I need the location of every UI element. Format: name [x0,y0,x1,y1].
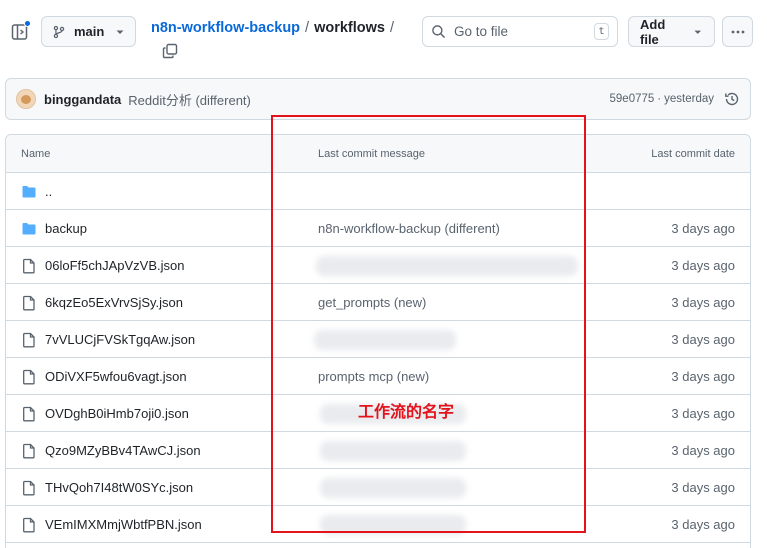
file-icon [21,406,37,422]
branch-name: main [74,24,105,39]
file-icon [21,443,37,459]
go-to-file-input[interactable] [454,24,584,39]
commit-date: 3 days ago [671,295,735,310]
breadcrumb: n8n-workflow-backup / workflows / [151,20,394,36]
search-icon [432,25,445,38]
file-icon [21,517,37,533]
chevron-down-icon [116,30,124,34]
annotation-box [271,115,586,533]
file-name-link[interactable]: Qzo9MZyBBv4TAwCJ.json [45,443,201,458]
add-file-label: Add file [640,16,666,47]
latest-commit-bar: binggandata Reddit分析 (different) 59e0775… [5,78,751,120]
breadcrumb-separator: / [305,20,310,36]
commit-date: 3 days ago [671,332,735,347]
file-icon [21,369,37,385]
git-branch-icon [53,25,65,38]
file-name-link[interactable]: backup [45,221,87,236]
commit-date: 3 days ago [671,369,735,384]
file-name-link[interactable]: 6kqzEo5ExVrvSjSy.json [45,295,183,310]
file-icon [21,480,37,496]
commit-message-link[interactable]: Reddit分析 (different) [128,90,251,109]
file-icon [21,295,37,311]
file-name-link[interactable]: THvQoh7I48tW0SYc.json [45,480,193,495]
file-name-link[interactable]: VEmIMXMmjWbtfPBN.json [45,517,202,532]
go-to-file-search[interactable]: t [422,16,618,47]
commit-meta-separator: · [657,93,662,105]
sidebar-toggle-icon[interactable] [10,20,31,42]
commit-date: 3 days ago [671,221,735,236]
author-avatar[interactable] [16,89,36,109]
file-icon [21,258,37,274]
file-name-link[interactable]: 7vVLUCjFVSkTgqAw.json [45,332,195,347]
notification-dot [24,20,31,27]
commit-date: 3 days ago [671,406,735,421]
breadcrumb-separator: / [389,20,395,36]
commit-date: 3 days ago [671,480,735,495]
more-options-button[interactable] [722,16,753,47]
commit-time: yesterday [664,93,714,105]
kebab-horizontal-icon [731,30,744,33]
file-name-link[interactable]: OVDghB0iHmb7oji0.json [45,406,189,421]
file-name-link[interactable]: 06loFf5chJApVzVB.json [45,258,184,273]
commit-date: 3 days ago [671,258,735,273]
commit-date: 3 days ago [671,443,735,458]
file-icon [21,332,37,348]
commit-date: 3 days ago [671,517,735,532]
add-file-button[interactable]: Add file [628,16,715,47]
file-name-link[interactable]: ODiVXF5wfou6vagt.json [45,369,187,384]
annotation-label: 工作流的名字 [358,402,455,421]
file-name-link[interactable]: .. [45,184,52,199]
commit-meta: 59e0775 · yesterday [610,93,714,105]
column-header-date: Last commit date [651,148,735,160]
chevron-down-icon [694,30,702,34]
folder-icon [21,184,37,200]
history-icon[interactable] [724,91,740,107]
keyboard-shortcut-hint: t [594,23,609,40]
branch-selector-button[interactable]: main [41,16,136,47]
commit-author-link[interactable]: binggandata [44,92,121,107]
folder-icon [21,221,37,237]
breadcrumb-repo-link[interactable]: n8n-workflow-backup [151,20,300,36]
column-header-name: Name [21,148,51,160]
copy-path-icon[interactable] [162,43,178,59]
commit-hash-link[interactable]: 59e0775 [610,93,655,105]
top-bar: main n8n-workflow-backup / workflows / t… [0,0,767,66]
breadcrumb-current-dir: workflows [314,20,385,36]
